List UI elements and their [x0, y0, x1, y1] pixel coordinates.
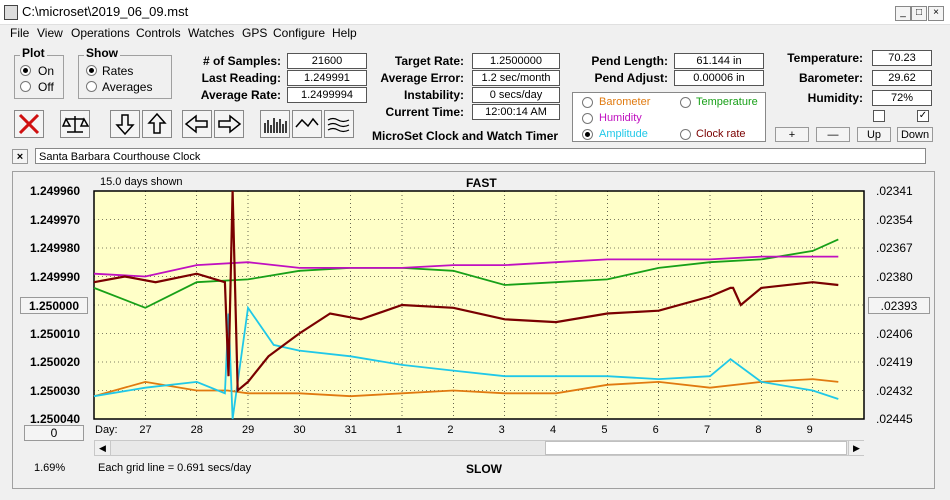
x-tick-label: 5: [601, 424, 608, 436]
scroll-right-arrow-icon[interactable]: ▶: [848, 441, 864, 455]
slow-label: SLOW: [466, 462, 502, 476]
x-tick-label: 8: [755, 424, 762, 436]
right-tick-label: .02341: [876, 184, 913, 198]
x-tick-label: 27: [139, 424, 152, 436]
right-tick-label: .02419: [876, 355, 913, 369]
right-tick-label: .02367: [876, 241, 913, 255]
right-tick-label: .02445: [876, 412, 913, 426]
percent-label: 1.69%: [34, 462, 66, 474]
day-label: Day:: [95, 424, 118, 436]
right-tick-label: .02432: [876, 383, 913, 398]
x-tick-label: 9: [806, 424, 813, 436]
x-tick-label: 30: [293, 424, 306, 436]
y-tick-label: 1.249970: [30, 212, 81, 227]
x-tick-label: 6: [652, 424, 659, 436]
x-tick-label: 29: [242, 424, 255, 436]
grid-note: Each grid line = 0.691 secs/day: [98, 462, 252, 474]
scrollbar-thumb[interactable]: [545, 441, 847, 455]
y-tick-label: 1.250010: [30, 326, 81, 341]
center-right-button[interactable]: .02393: [868, 297, 930, 314]
days-shown-label: 15.0 days shown: [100, 176, 183, 188]
fast-label: FAST: [466, 176, 497, 190]
center-rate-button[interactable]: 1.250000: [20, 297, 88, 314]
zero-button[interactable]: 0: [24, 425, 84, 441]
x-tick-label: 28: [190, 424, 203, 436]
y-tick-label: 1.249960: [30, 184, 81, 198]
right-tick-label: .02354: [876, 212, 913, 227]
x-tick-label: 4: [550, 424, 557, 436]
x-tick-label: 31: [344, 424, 357, 436]
y-tick-label: 1.250030: [30, 383, 81, 398]
horizontal-scrollbar[interactable]: ◀ ▶: [94, 440, 864, 456]
x-tick-label: 1: [396, 424, 403, 436]
y-tick-label: 1.249990: [30, 269, 81, 284]
right-tick-label: .02380: [876, 269, 913, 284]
x-tick-label: 7: [704, 424, 711, 436]
x-tick-label: 3: [498, 424, 505, 436]
right-tick-label: .02406: [876, 326, 913, 341]
y-tick-label: 1.250040: [30, 412, 81, 426]
y-tick-label: 1.250020: [30, 355, 81, 369]
y-tick-label: 1.249980: [30, 241, 81, 255]
scroll-left-arrow-icon[interactable]: ◀: [95, 441, 111, 455]
x-tick-label: 2: [447, 424, 454, 436]
